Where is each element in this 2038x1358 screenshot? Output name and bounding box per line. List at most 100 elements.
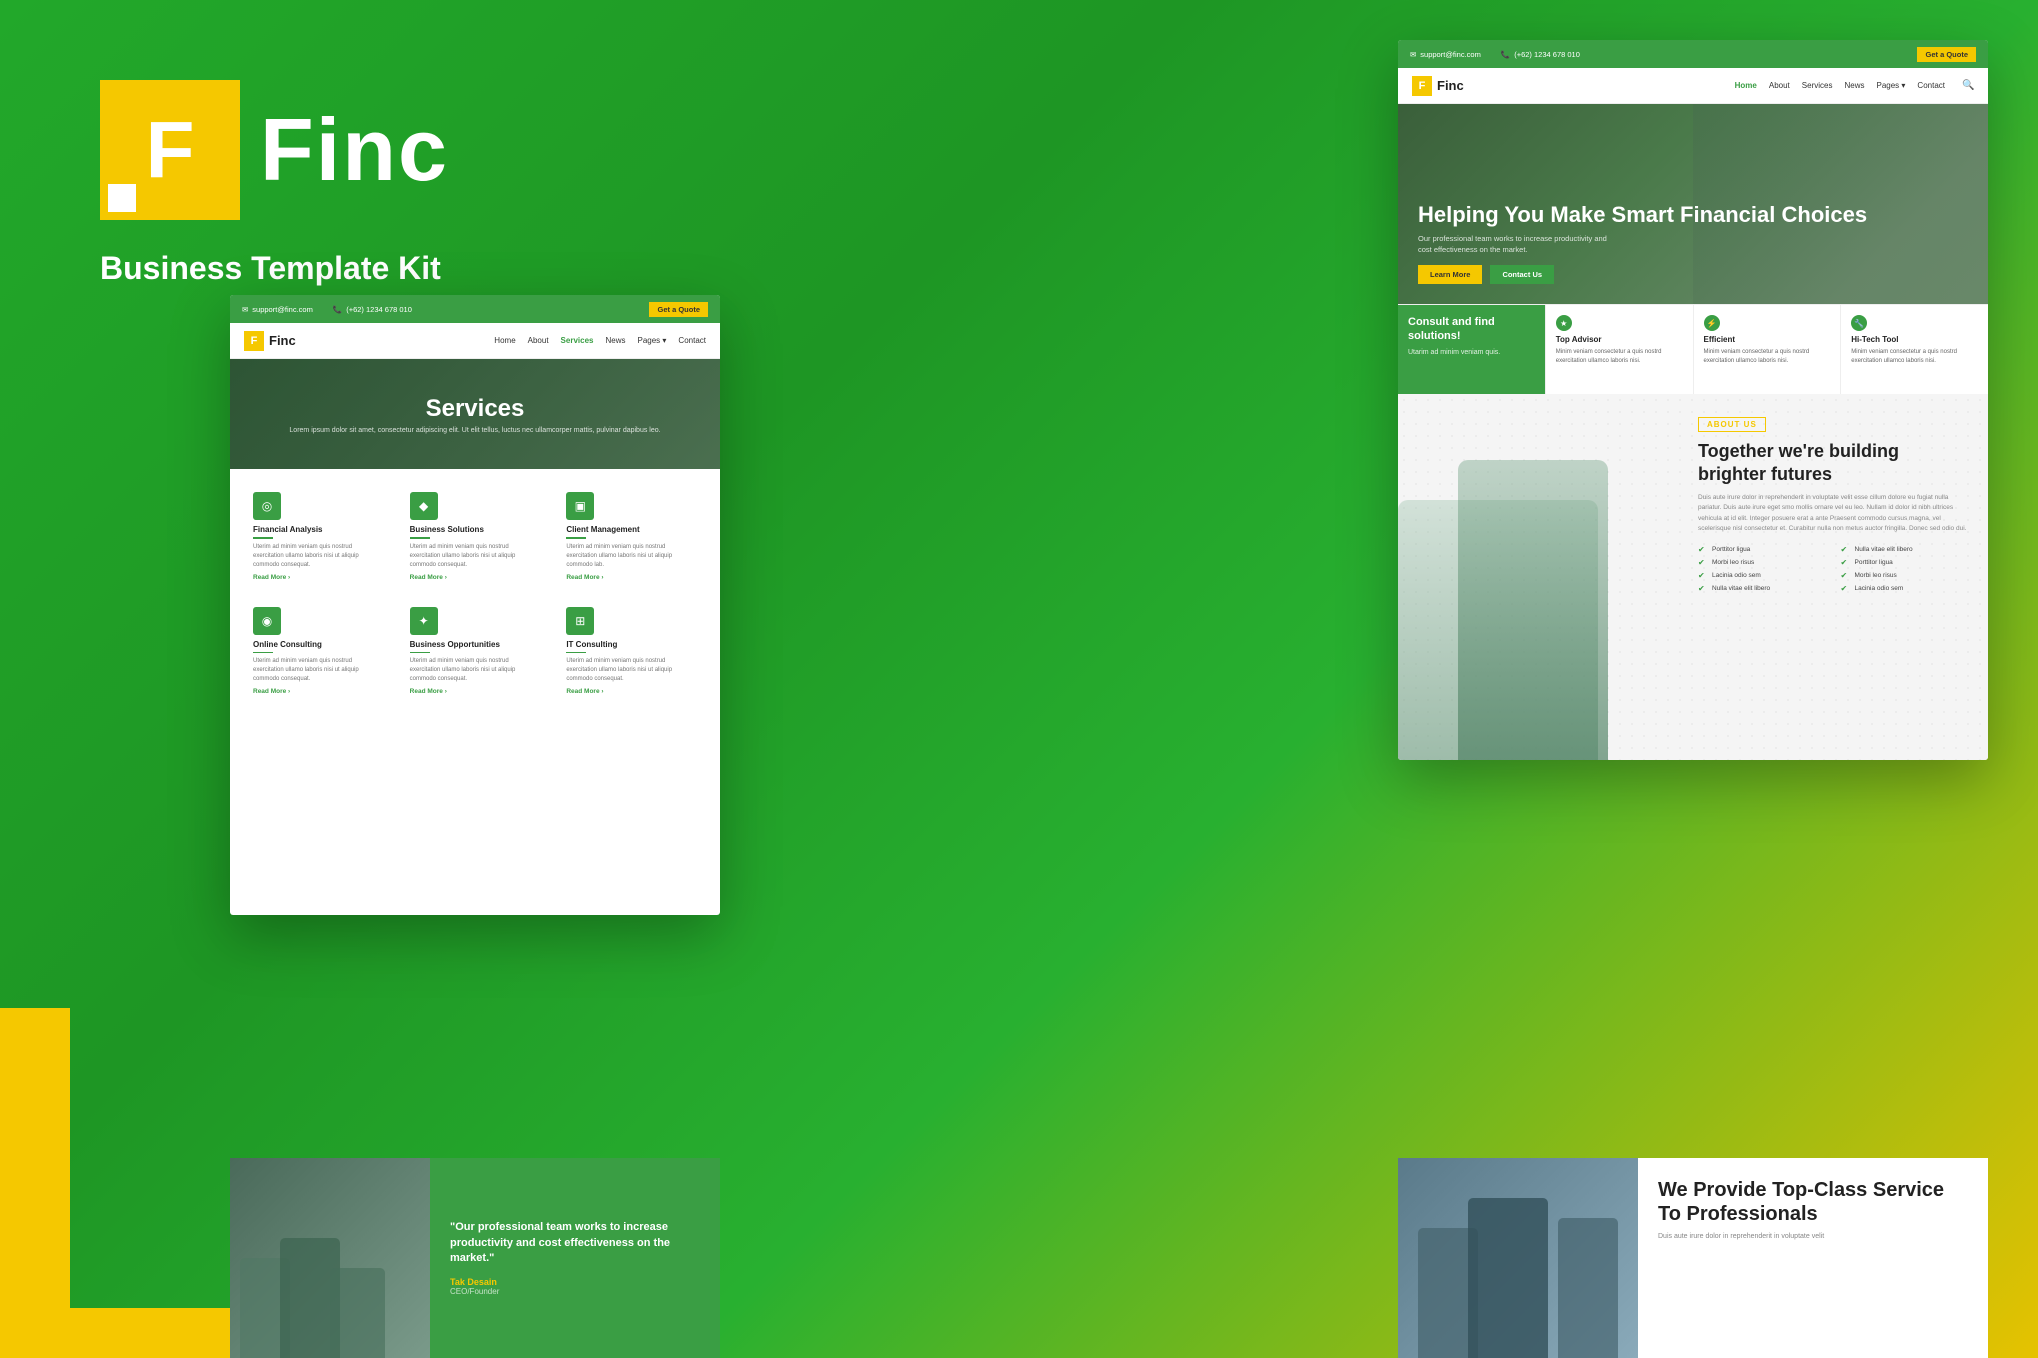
online-divider <box>253 652 273 654</box>
home-nav-news[interactable]: News <box>1844 81 1864 90</box>
opportunities-title: Business Opportunities <box>410 640 541 649</box>
logo-white-accent <box>108 184 136 212</box>
services-hero-subtitle: Lorem ipsum dolor sit amet, consectetur … <box>289 427 660 434</box>
nav-logo: F Finc <box>244 331 296 351</box>
hitech-title: Hi-Tech Tool <box>1851 335 1978 344</box>
home-nav-logo-icon: F <box>1412 76 1432 96</box>
check-icon-8: ✔ <box>1841 584 1851 594</box>
home-topbar: ✉ support@finc.com 📞 (+62) 1234 678 010 … <box>1398 40 1988 68</box>
hero-subtitle: Our professional team works to increase … <box>1418 234 1618 255</box>
nav-services[interactable]: Services <box>561 336 594 345</box>
check-icon-5: ✔ <box>1841 545 1851 555</box>
consult-text: Utarim ad minim veniam quis. <box>1408 348 1535 359</box>
feature-efficient: ⚡ Efficient Minim veniam consectetur a q… <box>1694 305 1842 394</box>
business-icon: ◆ <box>410 492 438 520</box>
about-checklist: ✔Porttitor ligua ✔Nulla vitae elit liber… <box>1698 545 1968 594</box>
get-quote-button[interactable]: Get a Quote <box>649 302 708 317</box>
check-2: ✔Morbi leo risus <box>1698 558 1826 568</box>
online-read-more[interactable]: Read More › <box>253 688 384 695</box>
service-item-opportunities: ✦ Business Opportunities Uterim ad minim… <box>402 599 549 704</box>
hero-title: Helping You Make Smart Financial Choices <box>1418 202 1867 228</box>
business-read-more[interactable]: Read More › <box>410 574 541 581</box>
feature-consult: Consult and find solutions! Utarim ad mi… <box>1398 305 1546 394</box>
business-text: Uterim ad minim veniam quis nostrud exer… <box>410 543 541 570</box>
efficient-icon: ⚡ <box>1704 315 1720 331</box>
client-divider <box>566 537 586 539</box>
search-icon[interactable]: 🔍 <box>1962 80 1974 92</box>
it-divider <box>566 652 586 654</box>
nav-links: Home About Services News Pages Contact <box>494 336 706 345</box>
nav-contact[interactable]: Contact <box>678 336 706 345</box>
consult-title: Consult and find solutions! <box>1408 315 1535 344</box>
hitech-icon: 🔧 <box>1851 315 1867 331</box>
check-icon-7: ✔ <box>1841 571 1851 581</box>
service-item-it: ⊞ IT Consulting Uterim ad minim veniam q… <box>558 599 705 704</box>
contact-us-button[interactable]: Contact Us <box>1490 265 1554 284</box>
opportunities-read-more[interactable]: Read More › <box>410 688 541 695</box>
hitech-text: Minim veniam consectetur a quis nostrd e… <box>1851 348 1978 366</box>
check-8: ✔Lacinia odio sem <box>1841 584 1969 594</box>
testimonial-card: "Our professional team works to increase… <box>230 1158 720 1358</box>
services-page-card: ✉ support@finc.com 📞 (+62) 1234 678 010 … <box>230 295 720 915</box>
client-icon: ▣ <box>566 492 594 520</box>
home-nav-services[interactable]: Services <box>1802 81 1833 90</box>
testimonial-role: CEO/Founder <box>450 1287 700 1296</box>
financial-title: Financial Analysis <box>253 525 384 534</box>
about-text-preview: Duis aute irure dolor in reprehenderit i… <box>1698 493 1968 535</box>
efficient-text: Minim veniam consectetur a quis nostrd e… <box>1704 348 1831 366</box>
bottom-service-text: Duis aute irure dolor in reprehenderit i… <box>1658 1232 1968 1243</box>
service-item-client: ▣ Client Management Uterim ad minim veni… <box>558 484 705 589</box>
nav-logo-icon: F <box>244 331 264 351</box>
check-icon-2: ✔ <box>1698 558 1708 568</box>
it-read-more[interactable]: Read More › <box>566 688 697 695</box>
feature-advisor: ★ Top Advisor Minim veniam consectetur a… <box>1546 305 1694 394</box>
home-nav-home[interactable]: Home <box>1735 81 1757 90</box>
business-divider <box>410 537 430 539</box>
business-title: Business Solutions <box>410 525 541 534</box>
hero-buttons: Learn More Contact Us <box>1418 265 1867 284</box>
it-icon: ⊞ <box>566 607 594 635</box>
home-nav-pages[interactable]: Pages <box>1876 81 1905 90</box>
testimonial-author: Tak Desain <box>450 1277 700 1287</box>
left-branding: Finc Business Template Kit <box>100 80 449 287</box>
financial-icon: ◎ <box>253 492 281 520</box>
service-item-online: ◉ Online Consulting Uterim ad minim veni… <box>245 599 392 704</box>
home-nav-contact[interactable]: Contact <box>1917 81 1945 90</box>
efficient-title: Efficient <box>1704 335 1831 344</box>
brand-logo-icon <box>100 80 240 220</box>
online-icon: ◉ <box>253 607 281 635</box>
home-get-quote-button[interactable]: Get a Quote <box>1917 47 1976 62</box>
advisor-text: Minim veniam consectetur a quis nostrd e… <box>1556 348 1683 366</box>
check-5: ✔Nulla vitae elit libero <box>1841 545 1969 555</box>
testimonial-section: "Our professional team works to increase… <box>230 1158 720 1358</box>
check-1: ✔Porttitor ligua <box>1698 545 1826 555</box>
nav-pages[interactable]: Pages <box>637 336 666 345</box>
logo-area: Finc <box>100 80 449 220</box>
client-text: Uterim ad minim veniam quis nostrud exer… <box>566 543 697 570</box>
home-nav-logo: F Finc <box>1412 76 1464 96</box>
learn-more-button[interactable]: Learn More <box>1418 265 1482 284</box>
client-read-more[interactable]: Read More › <box>566 574 697 581</box>
check-3: ✔Lacinia odio sem <box>1698 571 1826 581</box>
services-grid: ◎ Financial Analysis Uterim ad minim ven… <box>230 469 720 718</box>
financial-divider <box>253 537 273 539</box>
home-page-card: ✉ support@finc.com 📞 (+62) 1234 678 010 … <box>1398 40 1988 760</box>
nav-home[interactable]: Home <box>494 336 515 345</box>
check-icon-4: ✔ <box>1698 584 1708 594</box>
nav-logo-name: Finc <box>269 333 296 348</box>
bottom-service-content: We Provide Top-Class Service To Professi… <box>1638 1158 1988 1358</box>
services-hero: Services Lorem ipsum dolor sit amet, con… <box>230 359 720 469</box>
hero-content: Helping You Make Smart Financial Choices… <box>1418 202 1867 284</box>
check-icon-1: ✔ <box>1698 545 1708 555</box>
about-title-preview: Together we're building brighter futures <box>1698 440 1968 485</box>
service-item-financial: ◎ Financial Analysis Uterim ad minim ven… <box>245 484 392 589</box>
financial-read-more[interactable]: Read More › <box>253 574 384 581</box>
nav-news[interactable]: News <box>605 336 625 345</box>
check-7: ✔Morbi leo risus <box>1841 571 1969 581</box>
advisor-icon: ★ <box>1556 315 1572 331</box>
nav-about[interactable]: About <box>528 336 549 345</box>
check-6: ✔Porttitor ligua <box>1841 558 1969 568</box>
home-nav-about[interactable]: About <box>1769 81 1790 90</box>
it-title: IT Consulting <box>566 640 697 649</box>
about-section-preview: ABOUT US Together we're building brighte… <box>1398 394 1988 760</box>
